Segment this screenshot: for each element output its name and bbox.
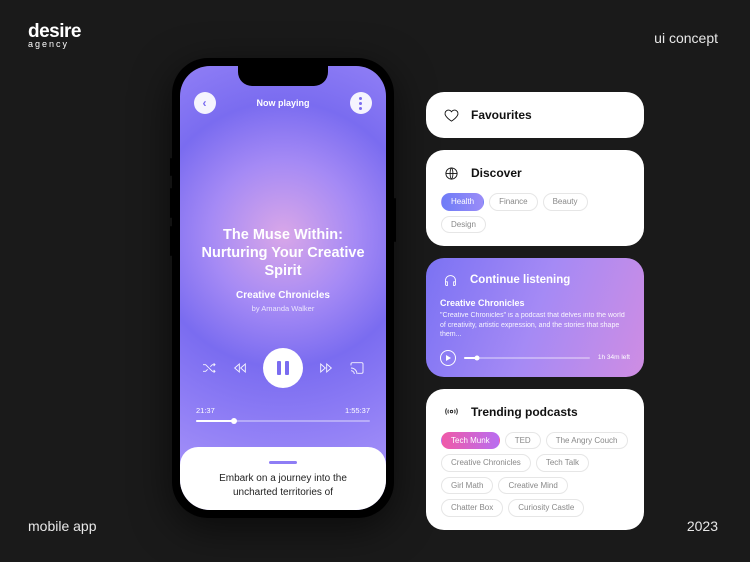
trending-card[interactable]: Trending podcasts Tech Munk TED The Angr… (426, 389, 644, 530)
globe-icon (441, 163, 461, 183)
cast-icon (349, 360, 365, 376)
sheet-text: Embark on a journey into the uncharted t… (198, 472, 368, 500)
chip[interactable]: Creative Chronicles (441, 454, 531, 472)
rewind-button[interactable] (232, 360, 248, 376)
continue-player: 1h 34m left (440, 350, 630, 366)
continue-show: Creative Chronicles (440, 298, 630, 308)
forward-button[interactable] (318, 360, 334, 376)
progress-knob[interactable] (231, 418, 237, 424)
show-name: Creative Chronicles (198, 290, 368, 301)
progress-bar[interactable]: 21:37 1:55:37 (196, 406, 370, 422)
side-button (170, 226, 172, 256)
headphones-icon (440, 270, 460, 290)
player-controls (180, 348, 386, 388)
discover-chips: Health Finance Beauty Design (441, 193, 629, 233)
cards-column: Favourites Discover Health Finance Beaut… (426, 92, 644, 530)
favourites-title: Favourites (471, 108, 532, 122)
chip[interactable]: Creative Mind (498, 477, 567, 495)
description-sheet[interactable]: Embark on a journey into the uncharted t… (180, 447, 386, 510)
phone-frame: ‹ Now playing The Muse Within: Nurturing… (172, 58, 394, 518)
continue-listening-card[interactable]: Continue listening Creative Chronicles "… (426, 258, 644, 376)
label-mobile-app: mobile app (28, 518, 97, 534)
byline: by Amanda Walker (198, 304, 368, 313)
chip[interactable]: Health (441, 193, 484, 211)
continue-progress-knob[interactable] (474, 355, 479, 360)
top-bar: ‹ Now playing (180, 92, 386, 114)
track-title: The Muse Within: Nurturing Your Creative… (198, 226, 368, 280)
pause-icon (277, 361, 289, 375)
brand-block: desire agency (28, 24, 81, 49)
cast-button[interactable] (349, 360, 365, 376)
side-button (170, 188, 172, 218)
chip[interactable]: Finance (489, 193, 537, 211)
shuffle-button[interactable] (201, 360, 217, 376)
chip[interactable]: Design (441, 216, 486, 234)
chip[interactable]: Girl Math (441, 477, 493, 495)
discover-title: Discover (471, 166, 522, 180)
label-ui-concept: ui concept (654, 30, 718, 46)
back-button[interactable]: ‹ (194, 92, 216, 114)
chip[interactable]: TED (505, 432, 541, 450)
label-year: 2023 (687, 518, 718, 534)
favourites-card[interactable]: Favourites (426, 92, 644, 138)
play-button[interactable] (440, 350, 456, 366)
chip[interactable]: Tech Munk (441, 432, 500, 450)
play-icon (446, 355, 451, 361)
shuffle-icon (201, 360, 217, 376)
time-total: 1:55:37 (345, 406, 370, 415)
more-button[interactable] (350, 92, 372, 114)
progress-track[interactable] (196, 420, 370, 422)
chip[interactable]: Chatter Box (441, 499, 503, 517)
continue-remaining: 1h 34m left (598, 354, 630, 361)
pause-button[interactable] (263, 348, 303, 388)
chip[interactable]: Beauty (543, 193, 588, 211)
trending-chips: Tech Munk TED The Angry Couch Creative C… (441, 432, 629, 517)
side-button (394, 198, 396, 242)
notch (238, 66, 328, 86)
forward-icon (318, 360, 334, 376)
continue-title: Continue listening (470, 274, 570, 286)
rewind-icon (232, 360, 248, 376)
phone-screen: ‹ Now playing The Muse Within: Nurturing… (180, 66, 386, 510)
chip[interactable]: Curiosity Castle (508, 499, 584, 517)
brand-title: desire (28, 24, 81, 39)
chevron-left-icon: ‹ (203, 96, 207, 110)
chip[interactable]: Tech Talk (536, 454, 589, 472)
progress-fill (196, 420, 234, 422)
chip[interactable]: The Angry Couch (546, 432, 628, 450)
track-info: The Muse Within: Nurturing Your Creative… (180, 226, 386, 313)
discover-card[interactable]: Discover Health Finance Beauty Design (426, 150, 644, 246)
grab-handle[interactable] (269, 461, 297, 464)
trending-title: Trending podcasts (471, 405, 578, 419)
heart-icon (441, 105, 461, 125)
continue-description: "Creative Chronicles" is a podcast that … (440, 311, 630, 339)
more-vertical-icon (359, 97, 362, 110)
now-playing-label: Now playing (256, 98, 309, 108)
continue-progress[interactable] (464, 357, 590, 359)
side-button (170, 158, 172, 176)
broadcast-icon (441, 402, 461, 422)
time-elapsed: 21:37 (196, 406, 215, 415)
